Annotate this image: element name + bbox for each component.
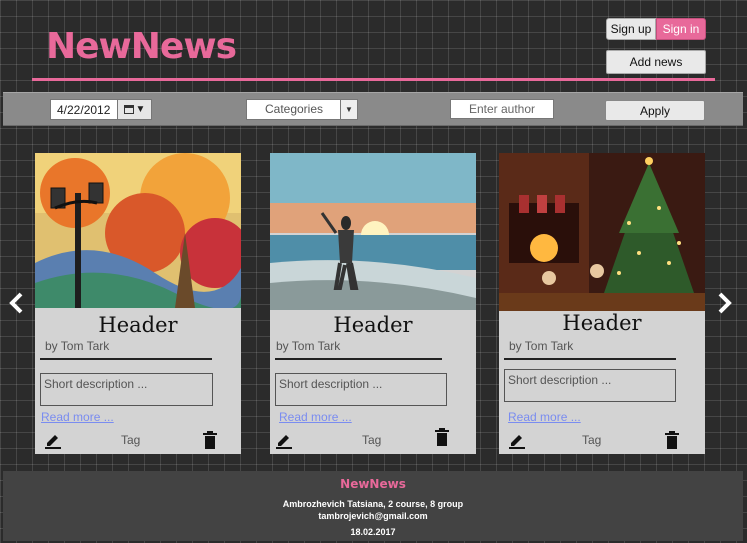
footer-author: Ambrozhevich Tatsiana, 2 course, 8 group [282, 499, 464, 509]
news-byline: by Tom Tark [276, 339, 341, 353]
date-picker-button[interactable]: ▼ [117, 99, 152, 120]
trash-icon[interactable] [434, 428, 450, 446]
news-card[interactable]: Header by Tom Tark Short description ...… [499, 153, 705, 454]
news-tag[interactable]: Tag [582, 433, 601, 447]
description-field[interactable]: Short description ... [275, 373, 447, 406]
card-divider [40, 358, 212, 360]
read-more-link[interactable]: Read more ... [41, 410, 114, 424]
card-divider [504, 358, 676, 360]
calendar-icon [123, 105, 134, 114]
category-select[interactable]: Categories ▼ [246, 99, 358, 120]
date-field[interactable]: 4/22/2012 [50, 99, 118, 120]
apply-button[interactable]: Apply [605, 100, 705, 121]
news-card[interactable]: Header by Tom Tark Short description ...… [35, 153, 241, 454]
read-more-link[interactable]: Read more ... [508, 410, 581, 424]
card-divider [275, 358, 442, 360]
chevron-down-icon: ▼ [340, 100, 357, 119]
pencil-icon[interactable] [508, 431, 526, 449]
news-tag[interactable]: Tag [362, 433, 381, 447]
category-select-label: Categories [264, 102, 324, 116]
footer-email[interactable]: tambrojevich@gmail.com [3, 511, 743, 521]
sign-up-button[interactable]: Sign up [606, 18, 656, 40]
header-divider [32, 78, 715, 81]
news-image[interactable] [499, 153, 705, 311]
footer-logo: NewNews [340, 477, 406, 491]
chevron-right-icon [718, 292, 732, 314]
trash-icon[interactable] [664, 431, 680, 449]
news-byline: by Tom Tark [45, 339, 110, 353]
chevron-left-icon [9, 292, 23, 314]
description-field[interactable]: Short description ... [504, 369, 676, 402]
author-input[interactable] [450, 99, 554, 119]
chevron-down-icon: ▼ [135, 104, 146, 115]
pencil-icon[interactable] [275, 431, 293, 449]
footer: NewNews Ambrozhevich Tatsiana, 2 course,… [3, 471, 743, 541]
news-card[interactable]: Header by Tom Tark Short description ...… [270, 153, 476, 454]
read-more-link[interactable]: Read more ... [279, 410, 352, 424]
sign-in-button[interactable]: Sign in [656, 18, 706, 40]
news-tag[interactable]: Tag [121, 433, 140, 447]
news-byline: by Tom Tark [509, 339, 574, 353]
pencil-icon[interactable] [44, 431, 62, 449]
news-image[interactable] [35, 153, 241, 308]
trash-icon[interactable] [202, 431, 218, 449]
news-title: Header [333, 313, 413, 337]
news-title: Header [98, 313, 178, 337]
add-news-button[interactable]: Add news [606, 50, 706, 74]
description-field[interactable]: Short description ... [40, 373, 213, 406]
carousel-next-button[interactable] [715, 292, 735, 314]
site-logo[interactable]: NewNews [46, 26, 237, 67]
footer-date: 18.02.2017 [350, 527, 396, 537]
carousel-prev-button[interactable] [6, 292, 26, 314]
news-image[interactable] [270, 153, 476, 310]
news-title: Header [562, 311, 642, 335]
